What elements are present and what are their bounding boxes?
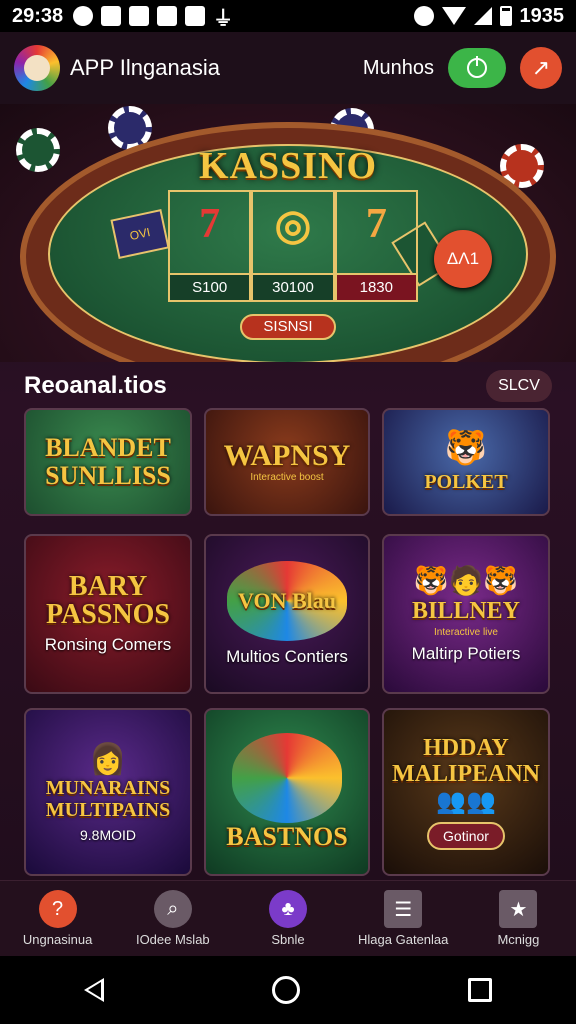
nav-item-profile[interactable]: ★ Mcnigg: [461, 881, 576, 956]
game-tile[interactable]: 👩 MUNARAINS MULTIPAINS 9.8MOID: [24, 708, 192, 876]
mail-icon: [185, 6, 206, 26]
nav-label: Hlaga Gatenlaa: [358, 932, 449, 947]
game-tile[interactable]: WAPNSY Interactive boost: [204, 408, 370, 516]
game-title: POLKET: [424, 471, 508, 493]
game-tile[interactable]: 🐯🧑🐯 BILLNEY Interactive live Maltirp Pot…: [382, 534, 550, 694]
game-subtitle: Interactive live: [434, 627, 498, 638]
reel-symbol: ◎: [274, 203, 312, 249]
tiger-icon: 🐯: [444, 429, 488, 467]
header-actions: Munhos ↗: [363, 47, 562, 89]
game-title: BASTNOS: [226, 822, 348, 851]
players-icon: 👥👥: [436, 787, 496, 815]
usb-icon: ⏚: [213, 7, 234, 30]
game-caption: Maltirp Potiers: [411, 644, 521, 663]
power-icon: [467, 56, 487, 78]
reel-1: 7 S100: [168, 190, 252, 302]
nav-label: IOdee Mslab: [135, 932, 210, 947]
character-icon: 👩: [89, 742, 127, 776]
reel-2: ◎ 30100: [251, 190, 335, 302]
battery-text: 1935: [519, 4, 565, 27]
section-title: Reoanal.tios: [24, 372, 167, 399]
nav-label: Ungnasinua: [22, 932, 93, 947]
hero-banner[interactable]: OVI KASSINO 7 S100 ◎ 30100 7 1830 SISNSI…: [0, 104, 576, 362]
back-icon[interactable]: [84, 978, 104, 1002]
games-row-1: BLANDET SUNLLISS WAPNSY Interactive boos…: [24, 408, 552, 516]
game-caption: Multios Contiers: [226, 647, 348, 666]
profile-icon: ★: [499, 890, 538, 928]
slots-icon: ♣: [269, 890, 307, 928]
play-button[interactable]: Gotinor: [427, 821, 505, 850]
signal-icon: [473, 7, 492, 25]
edit-button[interactable]: ↗: [520, 47, 562, 89]
recents-icon[interactable]: [468, 978, 492, 1002]
roulette-icon: [232, 733, 342, 823]
game-tile[interactable]: VON Blau Multios Contiers: [204, 534, 370, 694]
side-card-label: OVI: [128, 225, 152, 243]
system-nav-bar: [0, 956, 576, 1024]
wifi-icon: [441, 7, 466, 25]
nav-item-list[interactable]: ☰ Hlaga Gatenlaa: [346, 881, 461, 956]
app-logo[interactable]: [14, 45, 60, 91]
status-time: 29:38: [12, 4, 64, 27]
game-title: WAPNSY: [223, 438, 351, 472]
reel-symbol: 7: [199, 201, 221, 247]
nav-item-home[interactable]: ? Ungnasinua: [0, 881, 115, 956]
gallery-icon: [101, 6, 122, 26]
home-button-icon[interactable]: [272, 976, 300, 1004]
game-title: HDDAY MALIPEANN: [392, 734, 540, 787]
game-caption: Ronsing Comers: [44, 635, 172, 654]
logo-face-icon: [24, 55, 50, 81]
game-title: BARY PASSNOS: [46, 571, 170, 630]
menu-label[interactable]: Munhos: [363, 57, 434, 80]
reel-value: S100: [170, 273, 250, 300]
notification-icons: ⏚: [73, 2, 233, 31]
nav-item-slots[interactable]: ♣ Sbnle: [230, 881, 345, 956]
game-subtitle: 9.8MOID: [79, 826, 136, 843]
game-tile[interactable]: BASTNOS: [204, 708, 370, 876]
system-icons: 1935: [413, 4, 565, 28]
game-tile[interactable]: BARY PASSNOS Ronsing Comers: [24, 534, 192, 694]
slot-reels: 7 S100 ◎ 30100 7 1830: [168, 190, 418, 302]
list-icon: ☰: [384, 890, 423, 928]
search-icon: ⌕: [153, 890, 192, 928]
screen: 29:38 ⏚ 1935 APP Ilnganasia Munhos ↗ OVI…: [0, 0, 576, 1024]
nav-label: Sbnle: [271, 932, 305, 947]
battery-icon: [499, 6, 512, 26]
home-icon: ?: [38, 890, 77, 928]
game-tile[interactable]: 🐯 POLKET: [382, 408, 550, 516]
status-bar: 29:38 ⏚ 1935: [0, 0, 576, 32]
reel-symbol: 7: [365, 201, 387, 247]
games-row-3: 👩 MUNARAINS MULTIPAINS 9.8MOID BASTNOS H…: [24, 708, 552, 876]
hero-badge-button[interactable]: ΔΛ1: [434, 230, 492, 288]
game-tile[interactable]: HDDAY MALIPEANN 👥👥 Gotinor: [382, 708, 550, 876]
tiger-icon: 🐯🧑🐯: [413, 565, 519, 596]
notification-icon: [73, 6, 94, 26]
game-title: BILLNEY: [411, 598, 521, 624]
nav-item-search[interactable]: ⌕ IOdee Mslab: [115, 881, 230, 956]
spin-button[interactable]: SISNSI: [240, 314, 336, 340]
hero-title: KASSINO: [198, 145, 378, 187]
game-title: VON Blau: [238, 588, 336, 613]
app-header: APP Ilnganasia Munhos ↗: [0, 32, 576, 104]
alarm-icon: [413, 6, 434, 26]
game-subtitle: Interactive boost: [250, 471, 324, 483]
bottom-nav: ? Ungnasinua ⌕ IOdee Mslab ♣ Sbnle ☰ Hla…: [0, 880, 576, 956]
nav-label: Mcnigg: [497, 932, 540, 947]
image-icon: [129, 6, 150, 26]
app-title: APP Ilnganasia: [70, 55, 221, 80]
power-button[interactable]: [448, 48, 506, 88]
pencil-icon: ↗: [531, 55, 551, 80]
reel-3: 7 1830: [334, 190, 418, 302]
game-title: BLANDET SUNLLISS: [45, 433, 171, 490]
reel-value: 30100: [253, 273, 333, 300]
section-header: Reoanal.tios SLCV: [0, 362, 576, 410]
reel-value: 1830: [336, 273, 416, 300]
games-row-2: BARY PASSNOS Ronsing Comers VON Blau Mul…: [24, 534, 552, 694]
see-all-button[interactable]: SLCV: [486, 370, 552, 402]
game-tile[interactable]: BLANDET SUNLLISS: [24, 408, 192, 516]
wheel-icon: VON Blau: [227, 561, 347, 641]
play-icon: [157, 6, 178, 26]
game-title: MUNARAINS MULTIPAINS: [45, 776, 171, 821]
